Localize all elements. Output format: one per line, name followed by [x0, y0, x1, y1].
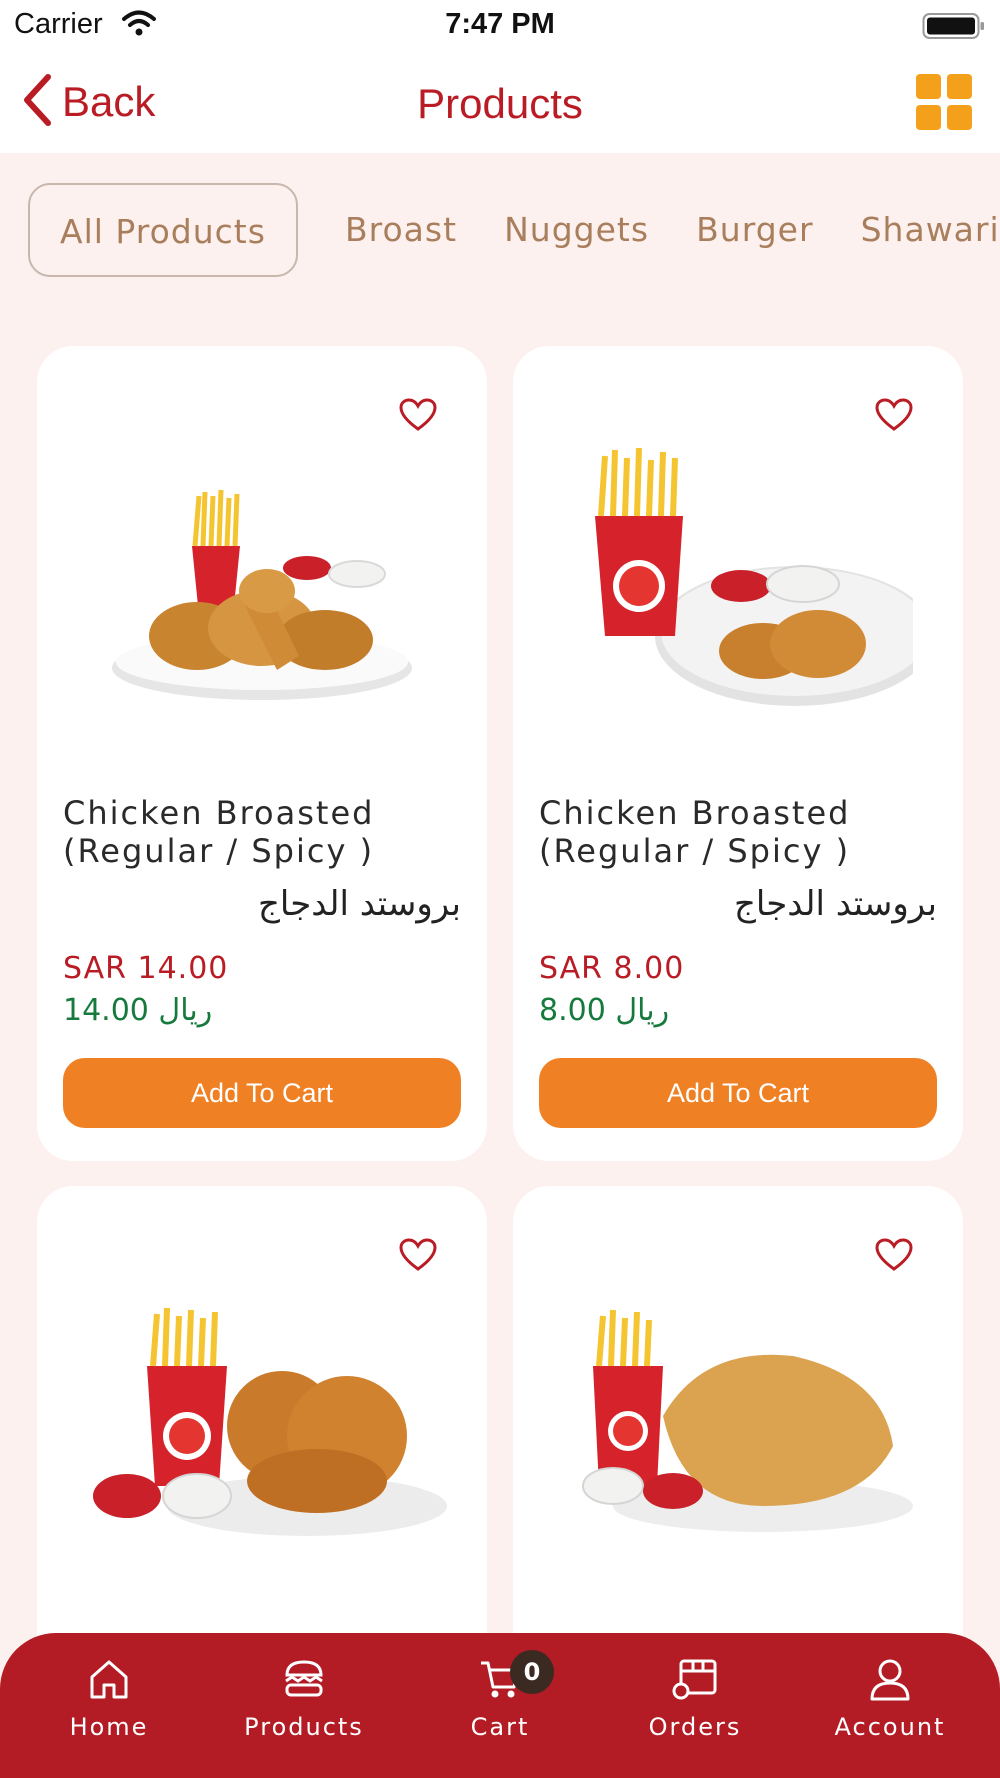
tab-orders[interactable]: Orders [600, 1657, 790, 1741]
burger-icon [209, 1657, 399, 1701]
product-card[interactable]: Chicken Broasted (Regular / Spicy ) بروس… [513, 346, 963, 1161]
home-icon [14, 1657, 204, 1701]
product-name-arabic: بروستد الدجاج [257, 884, 461, 924]
add-to-cart-button[interactable]: Add To Cart [539, 1058, 937, 1128]
heart-icon[interactable] [875, 398, 913, 436]
product-name-arabic: بروستد الدجاج [733, 884, 937, 924]
category-tabs: All Products Broast Nuggets Burger Shawa… [28, 183, 1000, 281]
product-image [87, 456, 437, 716]
product-name-line: (Regular / Spicy ) [539, 832, 851, 870]
product-price: SAR 8.00 [539, 951, 685, 986]
navigation-bar: Back Products [0, 50, 1000, 153]
product-image [77, 1306, 447, 1566]
tab-bar: Home Products 0 Cart Orders Account [0, 1633, 1000, 1778]
tab-account-label: Account [834, 1713, 946, 1741]
status-bar: Carrier 7:47 PM [0, 0, 1000, 50]
tab-orders-label: Orders [648, 1713, 742, 1741]
tab-home[interactable]: Home [14, 1657, 204, 1741]
cart-icon [405, 1657, 595, 1701]
category-burger[interactable]: Burger [696, 183, 813, 277]
product-image [563, 446, 935, 706]
cart-count-badge: 0 [510, 1650, 554, 1694]
product-name-line: Chicken Broasted [63, 794, 375, 832]
grid-view-button[interactable] [916, 74, 972, 134]
category-shawarma[interactable]: Shawari [861, 183, 1000, 277]
product-price-arabic: 8.00 ريال [539, 993, 670, 1028]
category-nuggets[interactable]: Nuggets [504, 183, 649, 277]
product-name-line: Chicken Broasted [539, 794, 851, 832]
product-card[interactable]: Chicken Broasted (Regular / Spicy ) بروس… [37, 346, 487, 1161]
user-icon [795, 1657, 985, 1701]
orders-box-icon [600, 1657, 790, 1701]
heart-icon[interactable] [399, 398, 437, 436]
heart-icon[interactable] [875, 1238, 913, 1276]
product-price-arabic: 14.00 ريال [63, 993, 213, 1028]
tab-home-label: Home [69, 1713, 149, 1741]
product-image [563, 1306, 913, 1566]
product-price: SAR 14.00 [63, 951, 229, 986]
page-title: Products [417, 80, 583, 127]
tab-products-label: Products [244, 1713, 364, 1741]
add-to-cart-button[interactable]: Add To Cart [63, 1058, 461, 1128]
tab-products[interactable]: Products [209, 1657, 399, 1741]
status-time: 7:47 PM [445, 8, 555, 40]
category-broast[interactable]: Broast [345, 183, 457, 277]
product-name: Chicken Broasted (Regular / Spicy ) [63, 794, 463, 870]
grid-icon [916, 74, 972, 134]
product-name: Chicken Broasted (Regular / Spicy ) [539, 794, 939, 870]
category-all-products[interactable]: All Products [28, 183, 298, 277]
heart-icon[interactable] [399, 1238, 437, 1276]
tab-cart-label: Cart [470, 1713, 530, 1741]
product-name-line: (Regular / Spicy ) [63, 832, 375, 870]
tab-account[interactable]: Account [795, 1657, 985, 1741]
battery-icon [922, 12, 986, 44]
tab-cart[interactable]: 0 Cart [405, 1650, 595, 1741]
